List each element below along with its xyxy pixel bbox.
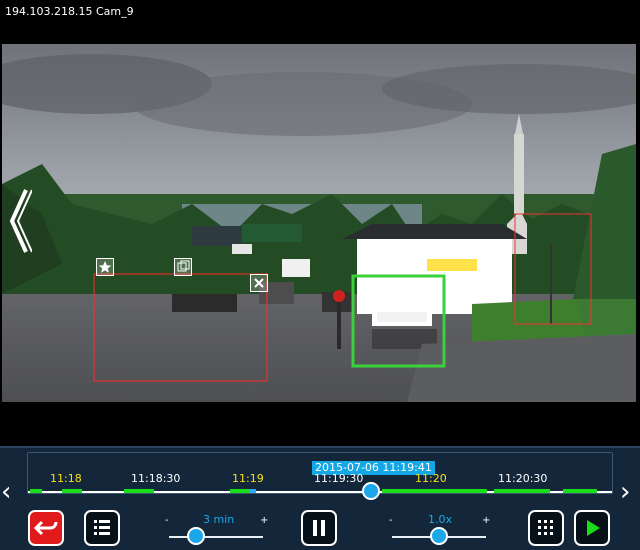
grid-icon: [538, 520, 553, 535]
copy-icon: [177, 260, 190, 272]
speed-plus-label: +: [260, 515, 269, 526]
timeline-tick-label: 11:20:30: [498, 472, 548, 485]
zone-close-button[interactable]: [250, 274, 268, 292]
play-icon: [587, 520, 600, 536]
timeline-playhead[interactable]: [362, 482, 380, 500]
star-icon: [98, 261, 112, 273]
right-nav-button[interactable]: ›: [620, 479, 630, 505]
video-bottom-spacer: [0, 402, 640, 446]
camera-title: 194.103.218.15 Cam_9: [5, 5, 134, 18]
list-icon: [94, 520, 110, 535]
timeline-segment: [250, 489, 256, 493]
title-bar: 194.103.218.15 Cam_9: [0, 0, 640, 44]
camera-view[interactable]: [2, 44, 636, 402]
timeline-tick-label: 11:18: [50, 472, 82, 485]
speed-value: 3 min: [203, 513, 235, 526]
speed-slider-track[interactable]: [169, 536, 263, 538]
back-button[interactable]: [8, 186, 33, 256]
grid-button[interactable]: [528, 510, 564, 546]
left-nav-button[interactable]: ‹: [1, 479, 11, 505]
timeline-tick-label: 11:18:30: [131, 472, 181, 485]
timeline-segment: [563, 489, 597, 493]
zone-star-button[interactable]: [96, 258, 114, 276]
zone-copy-button[interactable]: [174, 258, 192, 276]
undo-button[interactable]: [28, 510, 64, 546]
play-button[interactable]: [574, 510, 610, 546]
timeline-tick-label: 11:19:30: [314, 472, 364, 485]
zoom-minus-label: -: [389, 515, 393, 526]
timeline-segment: [494, 489, 550, 493]
speed-minus-label: -: [165, 515, 169, 526]
timeline-segment: [62, 489, 82, 493]
right-chevron-icon: ›: [620, 477, 631, 507]
pause-button[interactable]: [301, 510, 337, 546]
speed-slider-knob[interactable]: [187, 527, 205, 545]
left-chevron-icon: ‹: [1, 477, 12, 507]
timeline-segment: [30, 489, 42, 493]
left-double-chevron-icon: [9, 189, 33, 253]
timeline-segment: [124, 489, 154, 493]
close-icon: [254, 278, 264, 288]
zoom-value: 1.0x: [428, 513, 453, 526]
undo-icon: [33, 520, 58, 536]
timeline[interactable]: 2015-07-06 11:19:41 11:18 11:18:30 11:19…: [27, 452, 613, 500]
zoom-plus-label: +: [482, 515, 491, 526]
list-button[interactable]: [84, 510, 120, 546]
camera-image: [2, 44, 636, 402]
pause-icon: [313, 520, 325, 536]
timeline-tick-label: 11:20: [415, 472, 447, 485]
timeline-tick-label: 11:19: [232, 472, 264, 485]
zoom-slider-knob[interactable]: [430, 527, 448, 545]
timeline-segment: [382, 489, 487, 493]
